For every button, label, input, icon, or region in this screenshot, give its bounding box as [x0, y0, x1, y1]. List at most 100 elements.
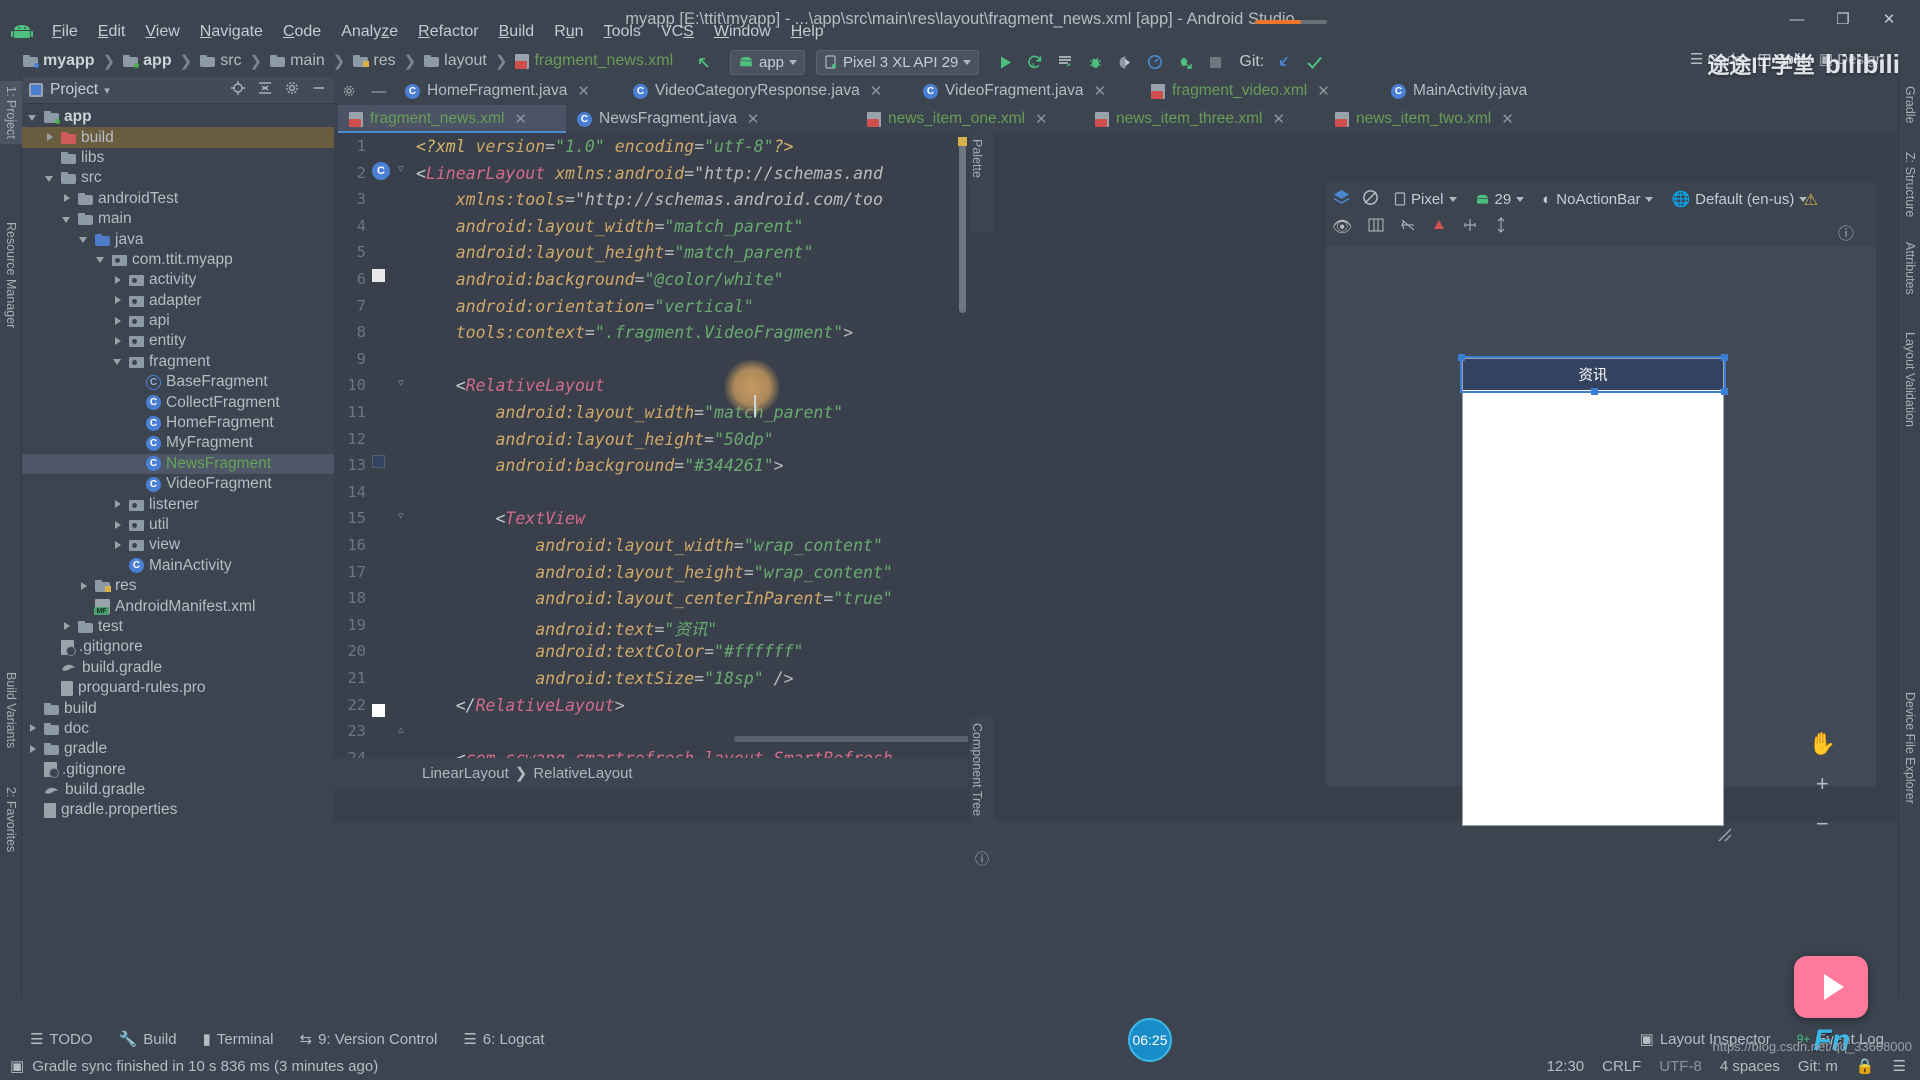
tab-news-item-one-xml[interactable]: news_item_one.xml ✕: [856, 105, 1084, 133]
close-icon[interactable]: ✕: [747, 110, 760, 128]
close-icon[interactable]: ✕: [1317, 82, 1330, 100]
design-canvas[interactable]: 资讯 ✋ + −: [1326, 246, 1876, 842]
tree-item-mainactivity[interactable]: C MainActivity: [22, 556, 334, 576]
tree-item-app[interactable]: app: [22, 107, 334, 127]
close-icon[interactable]: ✕: [1501, 110, 1514, 128]
editor-horizontal-scrollbar[interactable]: [734, 736, 968, 742]
zoom-in-icon[interactable]: +: [1816, 771, 1829, 797]
code-content[interactable]: <?xml version="1.0" encoding="utf-8"?> <L…: [416, 133, 968, 788]
apply-changes-icon[interactable]: A: [1021, 49, 1049, 75]
eye-icon[interactable]: 👁: [1332, 217, 1352, 237]
menu-navigate[interactable]: Navigate: [190, 20, 273, 44]
tree-item-java[interactable]: java: [22, 229, 334, 249]
color-preview-white[interactable]: [372, 269, 385, 282]
code-line[interactable]: android:textSize="18sp" />: [416, 669, 793, 688]
device-preview[interactable]: 资讯: [1462, 358, 1724, 826]
menu-help[interactable]: Help: [781, 20, 834, 44]
tab-video-fragment-java[interactable]: C VideoFragment.java ✕: [912, 77, 1140, 105]
error-icon[interactable]: [1432, 218, 1446, 237]
chevron-down-icon[interactable]: [113, 356, 124, 367]
chevron-right-icon[interactable]: [113, 275, 124, 286]
close-icon[interactable]: ✕: [1035, 110, 1048, 128]
tree-item-util[interactable]: util: [22, 515, 334, 535]
code-line[interactable]: android:background="#344261">: [416, 456, 783, 475]
chevron-down-icon[interactable]: [45, 173, 56, 184]
layers-icon[interactable]: [1332, 188, 1351, 211]
code-line[interactable]: <LinearLayout xmlns:android="http://sche…: [416, 164, 883, 183]
chevron-right-icon[interactable]: [113, 336, 124, 347]
maximize-button[interactable]: ❐: [1820, 6, 1866, 32]
menu-window[interactable]: Window: [704, 20, 781, 44]
orientation-icon[interactable]: [1361, 188, 1380, 211]
tree-item-activity[interactable]: activity: [22, 270, 334, 290]
breadcrumb-main[interactable]: main: [267, 51, 328, 71]
project-tree[interactable]: app build libs src androidTest main java com.tt…: [22, 104, 334, 822]
tree-item-videofragment[interactable]: C VideoFragment: [22, 474, 334, 494]
tree-item-fragment[interactable]: fragment: [22, 352, 334, 372]
chevron-down-icon[interactable]: [28, 112, 39, 123]
rail-tab-build-variants[interactable]: Build Variants: [0, 667, 22, 753]
stop-icon[interactable]: [1201, 49, 1229, 75]
run-coverage-icon[interactable]: [1111, 49, 1139, 75]
editor-settings-icon[interactable]: [334, 77, 364, 105]
rail-tab-layout-validation[interactable]: Layout Validation: [1899, 327, 1920, 432]
code-line[interactable]: android:textColor="#ffffff": [416, 642, 803, 661]
tree-item-listener[interactable]: listener: [22, 494, 334, 514]
code-line[interactable]: <?xml version="1.0" encoding="utf-8"?>: [416, 137, 794, 156]
close-icon[interactable]: ✕: [870, 82, 883, 100]
component-tree-strip[interactable]: Component Tree ⓘ: [970, 717, 994, 877]
api-level-dropdown[interactable]: 29: [1471, 187, 1529, 212]
menu-refactor[interactable]: Refactor: [408, 20, 488, 44]
rail-tab-attributes[interactable]: Attributes: [1899, 237, 1920, 300]
code-line[interactable]: android:layout_height="50dp": [416, 430, 773, 449]
tab-news-item-two-xml[interactable]: news_item_two.xml ✕: [1324, 105, 1525, 133]
tree-item-build-gradle[interactable]: build.gradle: [22, 780, 334, 800]
tree-item-com-ttit-myapp[interactable]: com.ttit.myapp: [22, 250, 334, 270]
fold-marker[interactable]: ▵: [398, 723, 409, 736]
close-icon[interactable]: ✕: [1093, 82, 1106, 100]
breadcrumb-myapp[interactable]: myapp: [20, 51, 98, 71]
tree-item-doc[interactable]: doc: [22, 719, 334, 739]
editor-warning-stripe[interactable]: [958, 137, 967, 146]
breadcrumb-relativelayout[interactable]: RelativeLayout: [533, 765, 632, 782]
editor-vertical-scrollbar[interactable]: [959, 143, 966, 313]
chevron-right-icon[interactable]: [113, 520, 124, 531]
run-icon[interactable]: [991, 49, 1019, 75]
color-preview-344261[interactable]: [372, 455, 385, 468]
code-line[interactable]: android:layout_height="match_parent": [416, 243, 814, 262]
chevron-right-icon[interactable]: [62, 193, 73, 204]
resize-handle-tl[interactable]: [1458, 354, 1465, 361]
profiler-icon[interactable]: [1141, 49, 1169, 75]
align-icon[interactable]: [1462, 218, 1478, 237]
tree-item-build[interactable]: build: [22, 698, 334, 718]
gutter-class-marker[interactable]: C: [372, 162, 390, 180]
rail-tab-project[interactable]: 1: Project: [0, 81, 22, 144]
code-line[interactable]: <TextView: [416, 509, 584, 528]
breadcrumb-res[interactable]: res: [350, 51, 398, 71]
breadcrumb-fragment-news-xml[interactable]: fragment_news.xml: [512, 51, 676, 71]
chevron-right-icon[interactable]: [62, 621, 73, 632]
tab-fragment-news-xml[interactable]: fragment_news.xml ✕: [338, 105, 566, 133]
git-branch[interactable]: Git: m: [1798, 1058, 1838, 1075]
tool-window-build[interactable]: 🔧 Build: [106, 1030, 190, 1049]
fold-marker[interactable]: ▿: [398, 509, 409, 522]
tree-item-test[interactable]: test: [22, 617, 334, 637]
tree-item-gitignore[interactable]: .gitignore: [22, 760, 334, 780]
commit-icon[interactable]: [1300, 49, 1328, 75]
tree-item-androidmanifest-xml[interactable]: AndroidManifest.xml: [22, 596, 334, 616]
tab-fragment-video-xml[interactable]: fragment_video.xml ✕: [1140, 77, 1380, 105]
palette-strip[interactable]: Palette: [970, 133, 994, 233]
memory-icon[interactable]: ☰: [1893, 1057, 1906, 1075]
locale-dropdown[interactable]: 🌐 Default (en-us): [1667, 187, 1811, 212]
canvas-resize-corner[interactable]: [1714, 824, 1732, 842]
collapse-all-icon[interactable]: [257, 80, 273, 101]
chevron-down-icon[interactable]: ▾: [104, 84, 110, 97]
code-line[interactable]: android:layout_width="wrap_content": [416, 536, 883, 555]
line-separator[interactable]: CRLF: [1602, 1058, 1641, 1075]
editor-gutter[interactable]: 123456789101112131415161718192021222324 …: [334, 133, 424, 788]
hide-panel-icon[interactable]: [311, 80, 327, 101]
tree-item-entity[interactable]: entity: [22, 331, 334, 351]
constraints-off-icon[interactable]: [1400, 218, 1416, 237]
distribute-icon[interactable]: [1494, 216, 1508, 238]
device-selector[interactable]: Pixel 3 XL API 29: [816, 49, 980, 75]
